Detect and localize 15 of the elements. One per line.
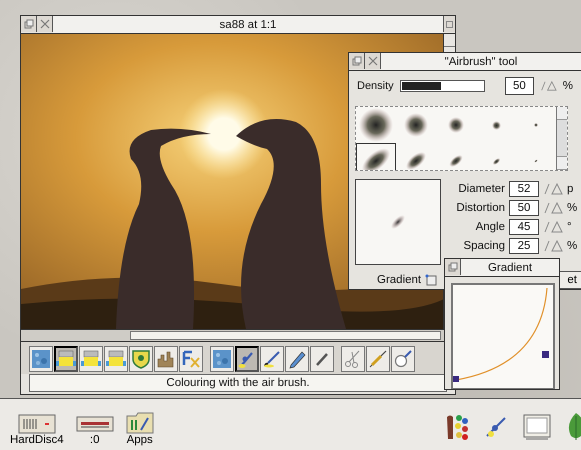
gradient-label: Gradient: [377, 274, 422, 286]
window-title: Gradient: [461, 259, 559, 276]
unit-label: %: [567, 240, 578, 252]
unit-label: °: [567, 221, 572, 233]
unit-label: p: [567, 183, 574, 195]
setting-label: Distortion: [455, 202, 505, 214]
window-title: sa88 at 1:1: [53, 16, 443, 33]
unit-label: %: [567, 202, 578, 214]
status-text: Colouring with the air brush.: [29, 374, 447, 392]
density-label: Density: [357, 80, 394, 92]
setting-label: Angle: [474, 221, 505, 233]
window-title: "Airbrush" tool: [381, 53, 581, 70]
setting-label: Spacing: [462, 240, 505, 252]
setting-label: Diameter: [457, 183, 505, 195]
unit-label: %: [562, 80, 573, 92]
